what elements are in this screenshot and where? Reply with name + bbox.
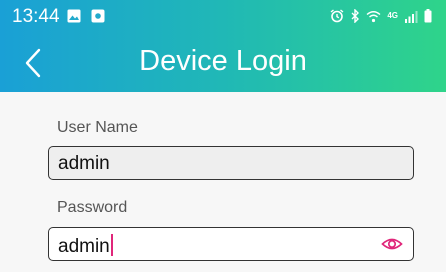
nav-bar: Device Login: [0, 36, 446, 90]
status-bar: 13:44 4G: [0, 0, 446, 32]
app-header: 13:44 4G Device Login: [0, 0, 446, 92]
username-value: admin: [58, 153, 110, 174]
page-title: Device Login: [139, 45, 307, 77]
username-field[interactable]: admin: [48, 146, 414, 180]
image-icon: [67, 9, 81, 23]
wifi-icon: [366, 10, 381, 22]
signal-icon: [405, 10, 418, 23]
password-value-wrap: admin: [58, 234, 113, 258]
alarm-icon: [330, 9, 344, 23]
bluetooth-icon: [351, 9, 360, 23]
status-time: 13:44: [12, 6, 60, 27]
text-cursor: [110, 234, 113, 256]
password-value: admin: [58, 236, 110, 257]
password-label: Password: [57, 199, 128, 216]
username-label: User Name: [57, 119, 138, 136]
status-icons: 4G: [324, 8, 432, 24]
eye-icon[interactable]: [381, 235, 403, 253]
app-notification-icon: [91, 9, 105, 23]
battery-icon: [424, 9, 432, 23]
password-field[interactable]: admin: [48, 227, 414, 261]
network-4g-icon: 4G: [387, 11, 398, 20]
